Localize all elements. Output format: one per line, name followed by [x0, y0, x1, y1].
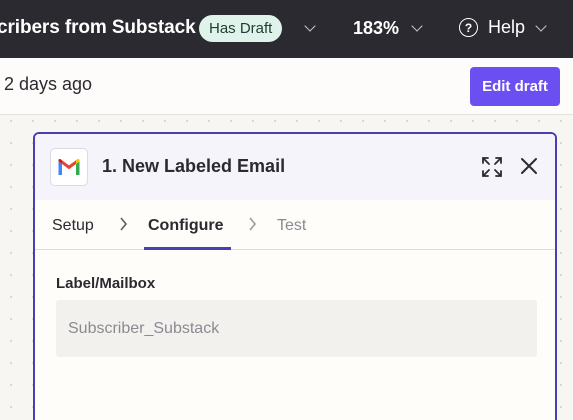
- zap-title[interactable]: cribers from Substack: [0, 17, 196, 39]
- chevron-right-icon: [249, 217, 257, 231]
- chevron-down-icon[interactable]: [304, 20, 316, 32]
- step-title: 1. New Labeled Email: [102, 156, 286, 176]
- step-tabs: Setup Configure Test: [35, 200, 555, 250]
- question-circle-icon: ?: [459, 18, 478, 37]
- tab-test[interactable]: Test: [277, 217, 306, 235]
- label-mailbox-field[interactable]: Subscriber_Substack: [56, 300, 537, 357]
- help-chevron-down-icon[interactable]: [535, 20, 547, 32]
- label-mailbox-label: Label/Mailbox: [56, 275, 156, 292]
- zoom-chevron-down-icon[interactable]: [411, 20, 423, 32]
- help-label: Help: [488, 17, 526, 37]
- help-button[interactable]: ? Help: [459, 17, 525, 38]
- zoom-level[interactable]: 183%: [353, 18, 399, 39]
- draft-bar: 2 days ago Edit draft: [0, 58, 573, 115]
- active-tab-indicator: [144, 247, 231, 250]
- last-edited-text: 2 days ago: [4, 74, 93, 94]
- step-panel: 1. New Labeled Email Setup Configure Tes…: [33, 132, 557, 420]
- close-icon[interactable]: [519, 156, 539, 176]
- expand-icon[interactable]: [481, 156, 503, 178]
- gmail-logo-icon: [50, 148, 88, 186]
- tab-setup[interactable]: Setup: [52, 217, 94, 235]
- tab-configure[interactable]: Configure: [148, 217, 224, 235]
- step-header: 1. New Labeled Email: [35, 134, 555, 200]
- edit-draft-button[interactable]: Edit draft: [470, 67, 560, 106]
- chevron-right-icon: [120, 217, 128, 231]
- draft-status-badge: Has Draft: [199, 15, 283, 42]
- top-bar: cribers from Substack Has Draft 183% ? H…: [0, 0, 573, 58]
